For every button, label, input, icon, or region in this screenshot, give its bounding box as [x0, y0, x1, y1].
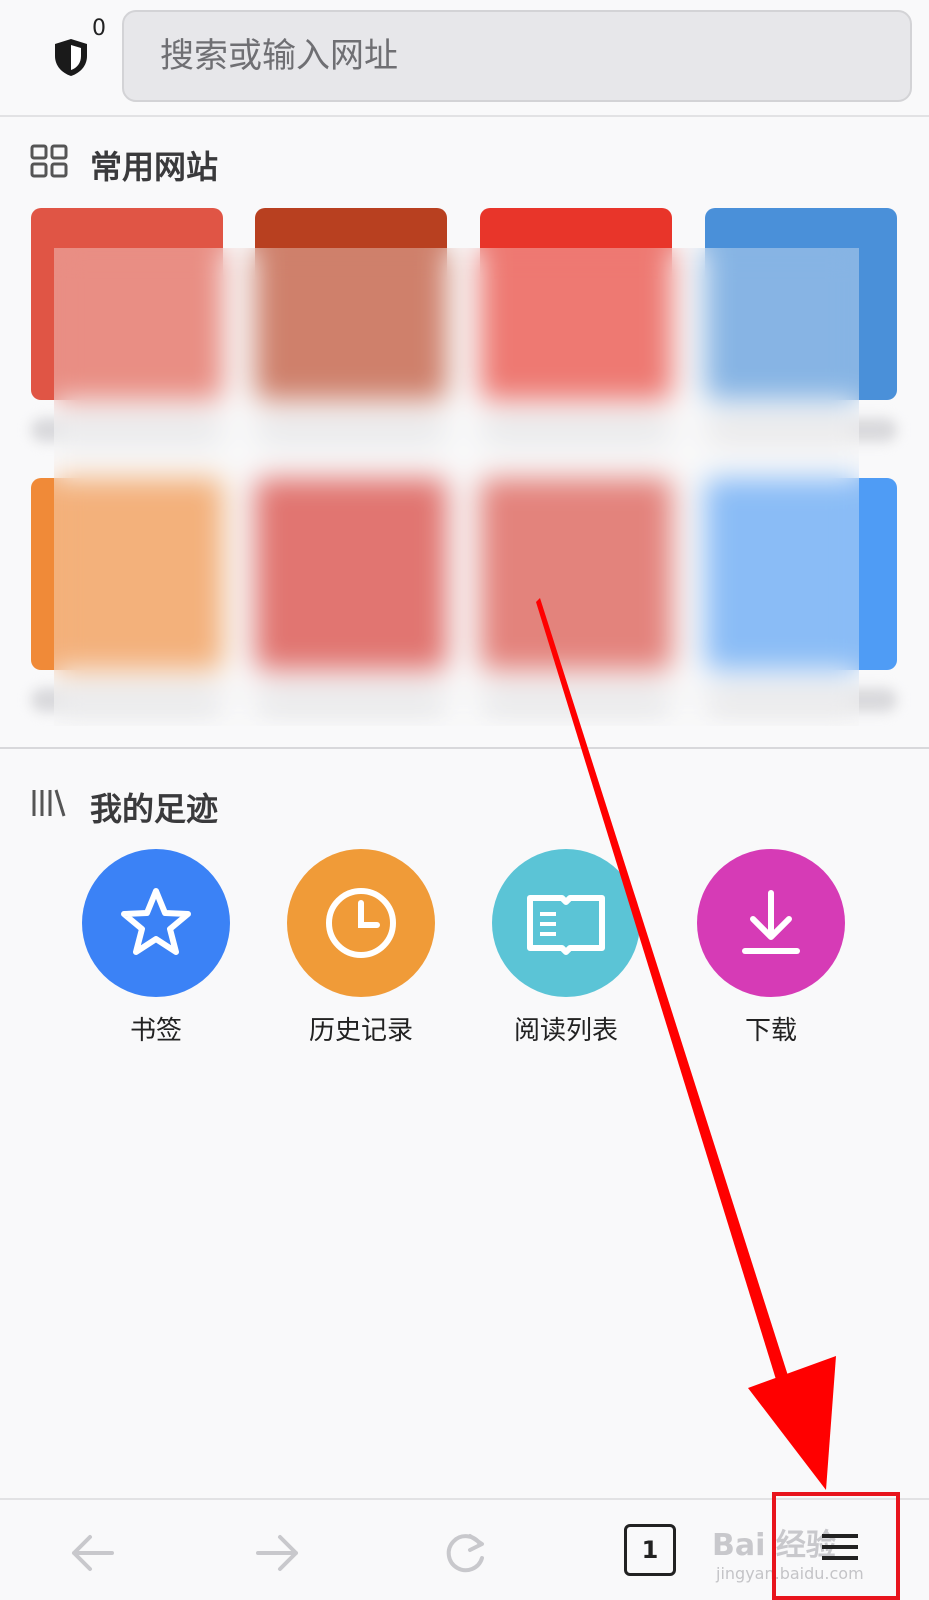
book-icon: [527, 895, 605, 955]
section-divider: [0, 747, 929, 749]
star-icon: [121, 888, 191, 955]
downloads-button[interactable]: [697, 849, 845, 997]
reload-icon[interactable]: [440, 1528, 490, 1578]
library-icon: [32, 789, 66, 817]
footprints-title: 我的足迹: [90, 790, 219, 828]
bookmarks-button[interactable]: [82, 849, 230, 997]
clock-icon: [326, 888, 396, 958]
reading-list-label: 阅读列表: [513, 1016, 618, 1046]
tab-counter-button[interactable]: 1: [624, 1524, 676, 1576]
grid-icon: [30, 144, 68, 178]
downloads-label: 下载: [744, 1016, 797, 1046]
history-label: 历史记录: [308, 1016, 413, 1046]
reading-list-button[interactable]: [492, 849, 640, 997]
forward-arrow-icon[interactable]: [252, 1528, 302, 1578]
tracking-protection-shield-icon[interactable]: [50, 36, 92, 78]
top-bar: 0 搜索或输入网址: [0, 0, 929, 117]
menu-highlight-box: [772, 1492, 900, 1600]
download-icon: [742, 890, 800, 954]
bookmarks-label: 书签: [129, 1016, 182, 1046]
back-arrow-icon[interactable]: [68, 1528, 118, 1578]
search-input[interactable]: 搜索或输入网址: [122, 10, 912, 102]
tracker-count-badge: 0: [92, 16, 106, 41]
top-sites-title: 常用网站: [90, 148, 219, 186]
blurred-overlay: [54, 248, 859, 726]
history-button[interactable]: [287, 849, 435, 997]
